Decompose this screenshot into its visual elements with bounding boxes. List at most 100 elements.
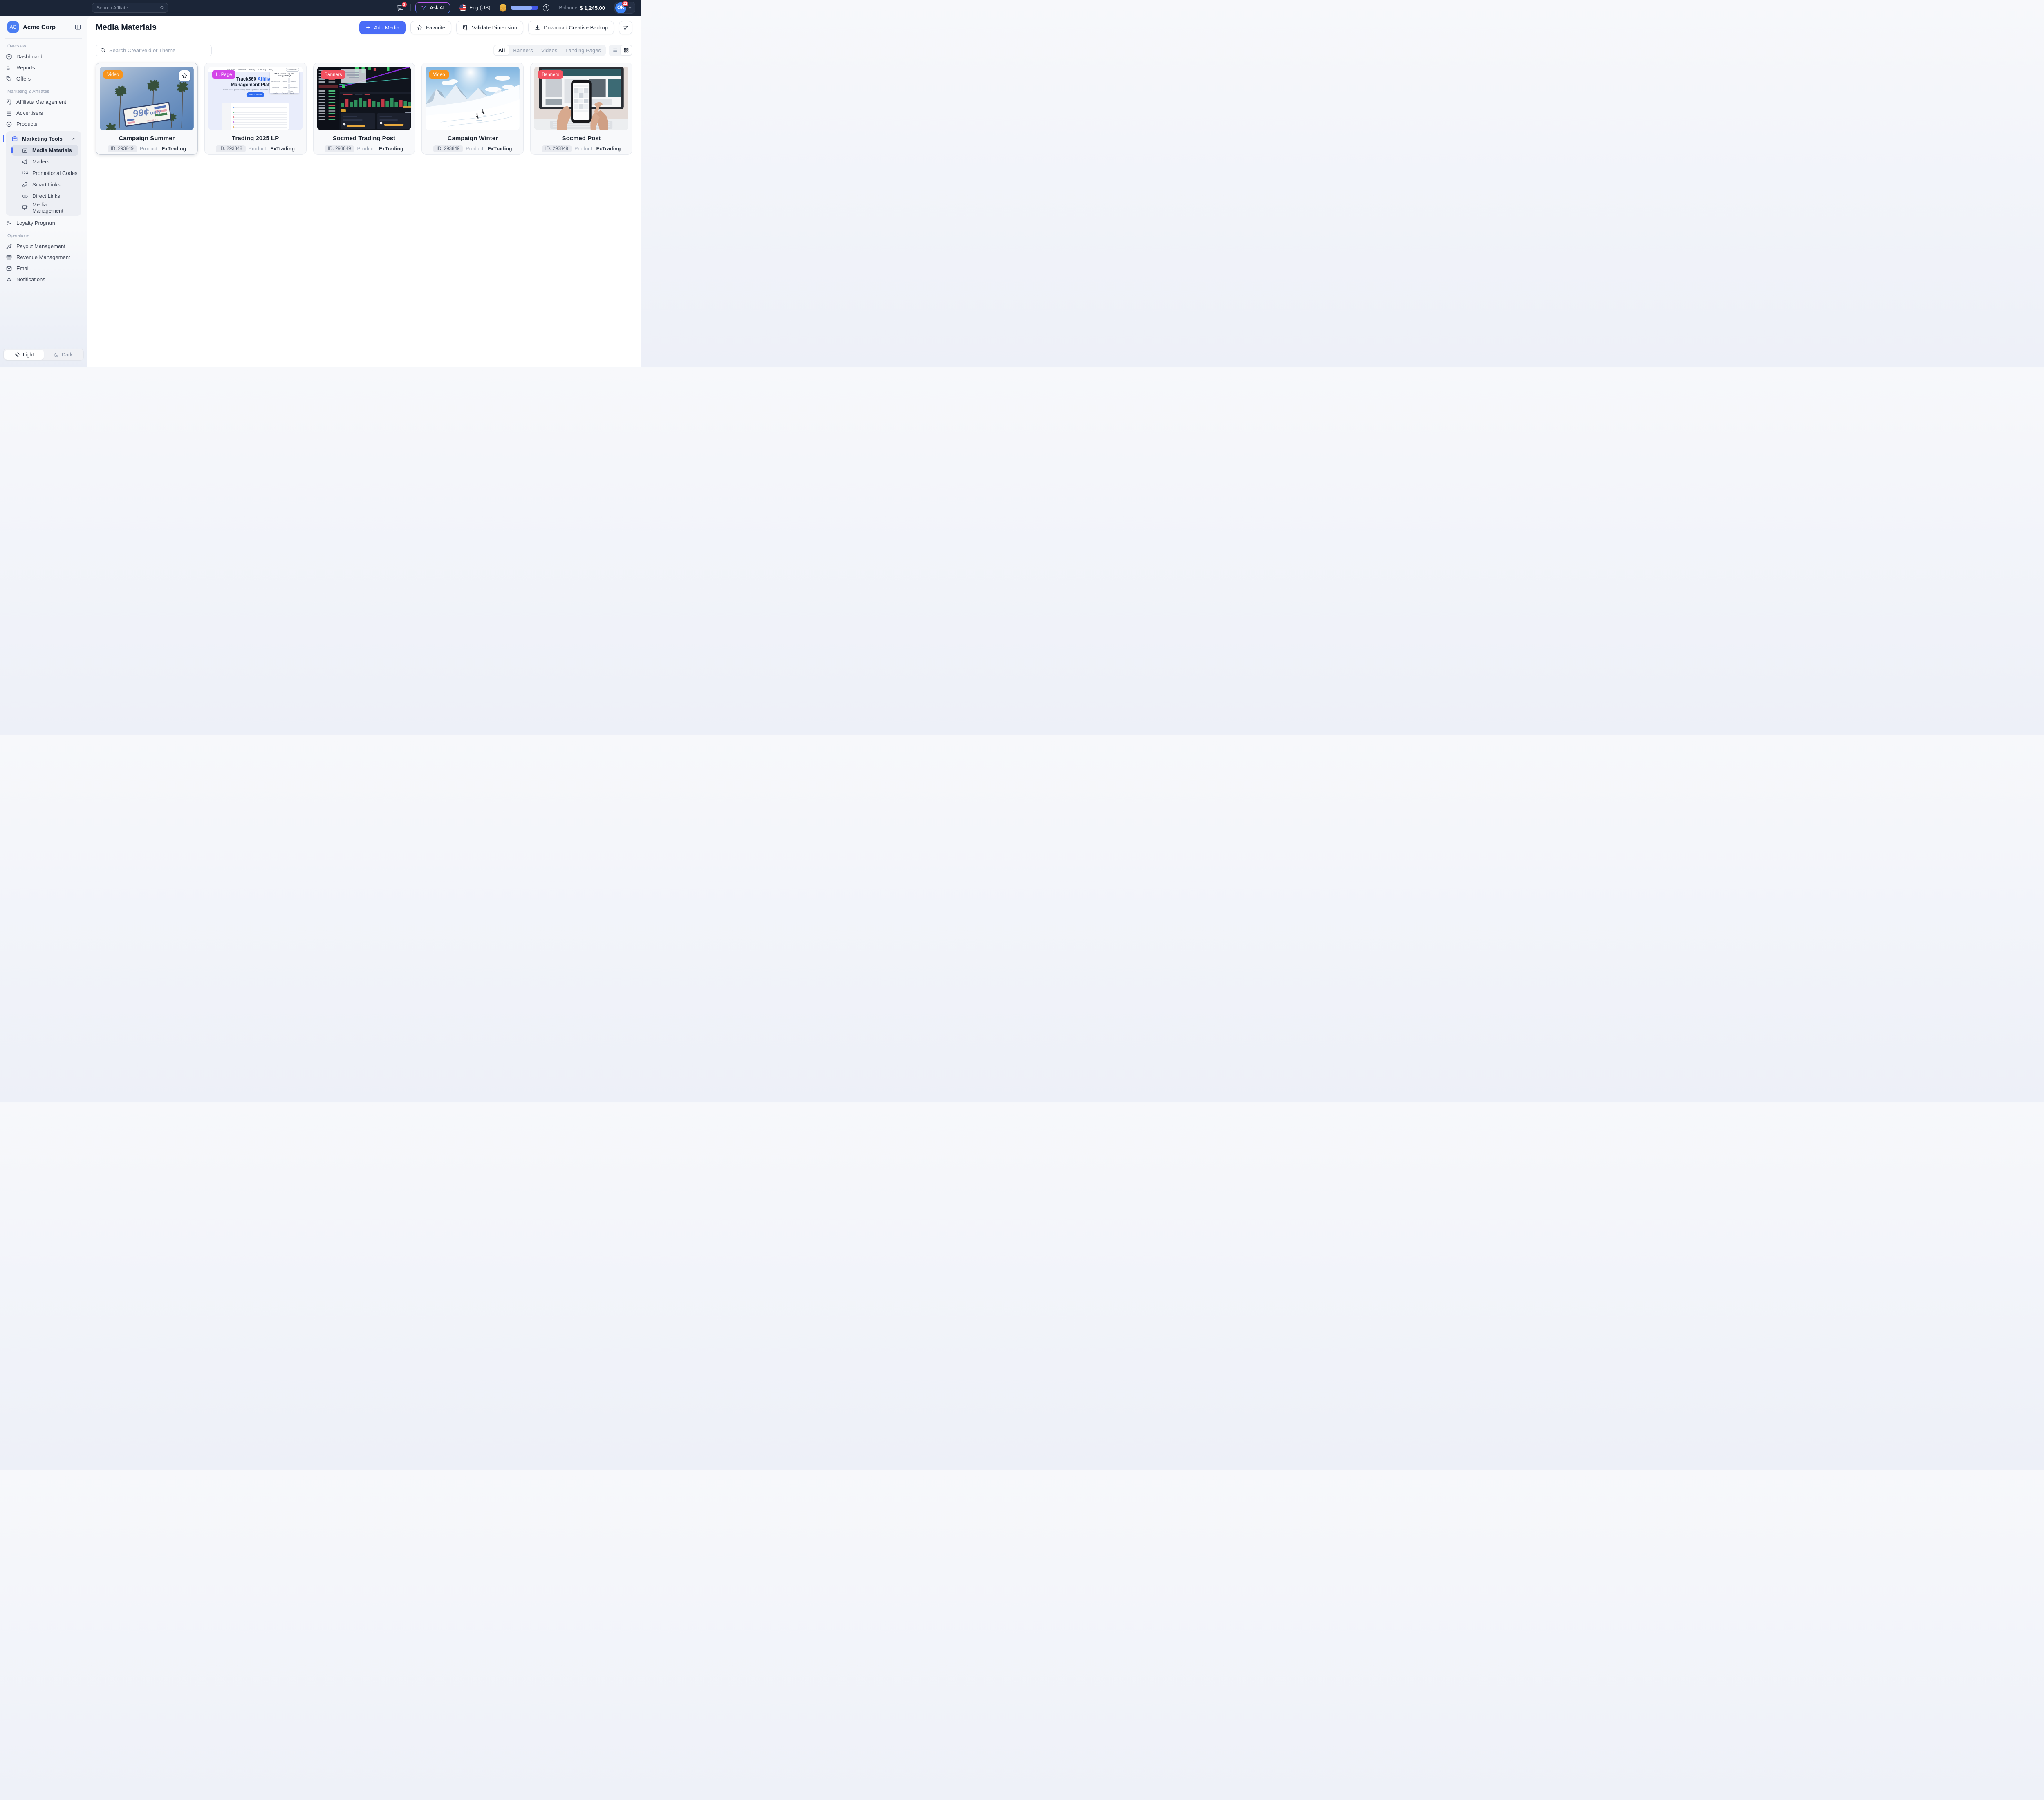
lp-panel-grid: Management Reports Multi-Tier Marketing … — [271, 78, 298, 95]
add-media-label: Add Media — [374, 25, 399, 31]
star-icon — [417, 25, 423, 31]
filter-settings-button[interactable] — [619, 21, 632, 34]
card-title: Campaign Summer — [100, 135, 194, 142]
sidebar-item-payout-management[interactable]: Payout Management — [0, 241, 87, 252]
lp-cta-button: Book a Demo — [247, 92, 264, 97]
sidebar-item-mailers[interactable]: Mailers — [11, 156, 78, 167]
media-card-campaign-winter[interactable]: Video Campaign Winter ID. 293849 Product… — [421, 63, 524, 155]
lp-get-started: Get Started — [286, 68, 299, 72]
sidebar-item-direct-links[interactable]: Direct Links — [11, 190, 78, 201]
theme-toggle: Light Dark — [3, 349, 84, 361]
sidebar-item-media-materials[interactable]: Media Materials — [11, 145, 78, 156]
briefcase-icon — [11, 135, 18, 142]
sidebar-item-email[interactable]: Email — [0, 263, 87, 274]
sidebar-item-revenue-management[interactable]: Revenue Management — [0, 252, 87, 263]
add-media-button[interactable]: Add Media — [359, 21, 406, 34]
validate-dimension-label: Validate Dimension — [472, 25, 517, 31]
type-tabs: All Banners Videos Landing Pages — [493, 45, 606, 56]
sidebar-item-label: Promotional Codes — [32, 170, 78, 176]
card-image-campaign-summer: 99¢ only STORES Video — [100, 67, 194, 130]
toolbar-right: All Banners Videos Landing Pages — [493, 45, 632, 56]
sidebar-item-label: Offers — [16, 76, 31, 82]
language-selector[interactable]: Eng (US) — [459, 4, 490, 11]
tab-videos[interactable]: Videos — [537, 45, 562, 55]
lp-nav-item: Company — [258, 69, 266, 71]
sidebar-item-promotional-codes[interactable]: 123 Promotional Codes — [11, 168, 78, 179]
tab-banners[interactable]: Banners — [509, 45, 537, 55]
balance-label: Balance — [559, 5, 577, 11]
sidebar-item-advertisers[interactable]: Advertisers — [0, 107, 87, 119]
media-card-socmed-post[interactable]: Banners Socmed Post ID. 293849 Product. … — [530, 63, 632, 155]
banknote-icon — [5, 254, 12, 261]
theme-light-button[interactable]: Light — [4, 350, 44, 360]
chevron-up-icon — [71, 136, 76, 141]
theme-dark-button[interactable]: Dark — [44, 350, 83, 360]
sidebar-item-reports[interactable]: Reports — [0, 62, 87, 73]
card-badge: Video — [429, 70, 448, 79]
messages-button[interactable]: 3 — [397, 4, 404, 12]
sidebar-item-offers[interactable]: Offers — [0, 73, 87, 84]
media-card-socmed-trading-post[interactable]: Banners Socmed Trading Post ID. 293849 P… — [313, 63, 415, 155]
sidebar-header: AC Acme Corp — [0, 16, 87, 38]
sidebar-item-products[interactable]: Products — [0, 119, 87, 130]
sidebar-item-notifications[interactable]: Notifications — [0, 274, 87, 285]
creative-search-input[interactable] — [109, 47, 207, 54]
card-meta: ID. 293849 Product. FxTrading — [100, 145, 194, 152]
card-id: ID. 293849 — [325, 145, 354, 152]
ask-ai-button[interactable]: Ask AI — [415, 2, 450, 13]
product-label: Product. — [466, 146, 485, 152]
validate-dimension-button[interactable]: Validate Dimension — [456, 21, 523, 34]
billboard-only: only — [150, 108, 161, 116]
sidebar-item-dashboard[interactable]: Dashboard — [0, 51, 87, 62]
card-meta: ID. 293849 Product. FxTrading — [534, 145, 628, 152]
active-indicator — [11, 147, 13, 153]
bell-icon — [5, 276, 12, 283]
card-id: ID. 293849 — [108, 145, 137, 152]
tab-landing-pages[interactable]: Landing Pages — [561, 45, 605, 55]
user-menu[interactable]: OR 12 — [614, 2, 635, 14]
sidebar-item-affiliate-management[interactable]: Affiliate Management — [0, 96, 87, 107]
level-progress-bar — [511, 6, 538, 10]
lp-dashboard-mock — [222, 103, 289, 130]
collapse-sidebar-icon[interactable] — [74, 24, 81, 31]
product-label: Product. — [357, 146, 376, 152]
favorite-star-button[interactable] — [179, 70, 190, 81]
page-title: Media Materials — [96, 23, 354, 32]
download-backup-button[interactable]: Download Creative Backup — [528, 21, 614, 34]
balance-value: $ 1,245.00 — [580, 5, 605, 11]
topbar-right: 3 Ask AI Eng (US) ? Balance $ 1,245.00 O… — [397, 0, 635, 16]
card-title: Trading 2025 LP — [208, 135, 303, 142]
list-view-button[interactable] — [610, 45, 621, 55]
sidebar-item-loyalty-program[interactable]: Loyalty Program — [0, 217, 87, 228]
language-label: Eng (US) — [469, 5, 490, 11]
lp-dash-sidebar — [222, 103, 231, 130]
card-title: Campaign Winter — [426, 135, 520, 142]
user-check-icon — [5, 219, 12, 226]
filter-toolbar: All Banners Videos Landing Pages — [87, 40, 641, 60]
help-icon[interactable]: ? — [543, 4, 549, 11]
media-card-trading-2025-lp[interactable]: Solutions Industries Pricing Company Blo… — [204, 63, 307, 155]
download-icon — [534, 25, 540, 31]
sidebar-item-marketing-tools[interactable]: Marketing Tools — [6, 133, 81, 144]
123-icon: 123 — [21, 170, 28, 177]
product-value: FxTrading — [270, 146, 295, 152]
grid-view-button[interactable] — [621, 45, 632, 55]
sun-icon — [14, 352, 20, 358]
affiliate-search-input[interactable] — [96, 5, 160, 11]
sidebar-item-smart-links[interactable]: Smart Links — [11, 179, 78, 190]
circle-plus-icon — [5, 121, 12, 128]
avatar-badge: 12 — [622, 1, 629, 7]
media-card-campaign-summer[interactable]: 99¢ only STORES Video Campaign Summer ID… — [96, 63, 198, 155]
favorite-button[interactable]: Favorite — [410, 21, 451, 34]
product-label: Product. — [140, 146, 159, 152]
affiliate-search[interactable] — [92, 3, 168, 13]
creative-search[interactable] — [96, 45, 212, 56]
sidebar-item-label: Marketing Tools — [22, 136, 67, 142]
search-icon — [160, 5, 164, 11]
sidebar-item-label: Dashboard — [16, 54, 43, 60]
sidebar-item-media-management[interactable]: Media Management — [11, 202, 78, 213]
card-id: ID. 293848 — [216, 145, 245, 152]
tab-all[interactable]: All — [494, 45, 509, 55]
sidebar-item-label: Products — [16, 121, 37, 127]
cube-icon — [5, 53, 12, 60]
